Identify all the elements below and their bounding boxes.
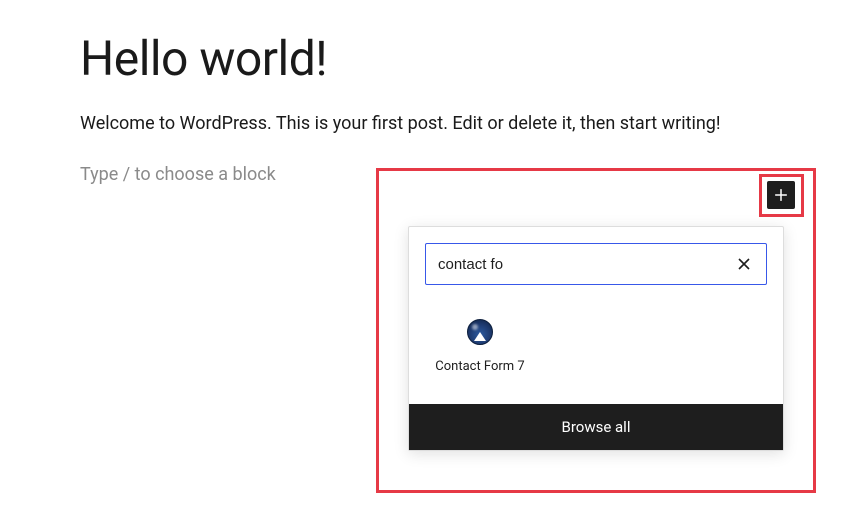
block-results: Contact Form 7 <box>409 301 783 404</box>
block-item-contact-form-7[interactable]: Contact Form 7 <box>425 311 535 382</box>
post-title[interactable]: Hello world! <box>80 30 787 87</box>
block-placeholder[interactable]: Type / to choose a block <box>80 164 276 185</box>
close-icon <box>737 257 751 271</box>
post-body[interactable]: Welcome to WordPress. This is your first… <box>80 111 787 136</box>
block-inserter-popover: Contact Form 7 Browse all <box>408 226 784 451</box>
plus-icon <box>771 185 791 205</box>
block-item-label: Contact Form 7 <box>429 359 531 374</box>
add-block-button[interactable] <box>767 181 795 209</box>
clear-search-button[interactable] <box>734 254 754 274</box>
block-search-input[interactable] <box>438 256 734 273</box>
block-search-field[interactable] <box>425 243 767 285</box>
contact-form-7-icon <box>467 319 493 345</box>
browse-all-button[interactable]: Browse all <box>409 404 783 450</box>
